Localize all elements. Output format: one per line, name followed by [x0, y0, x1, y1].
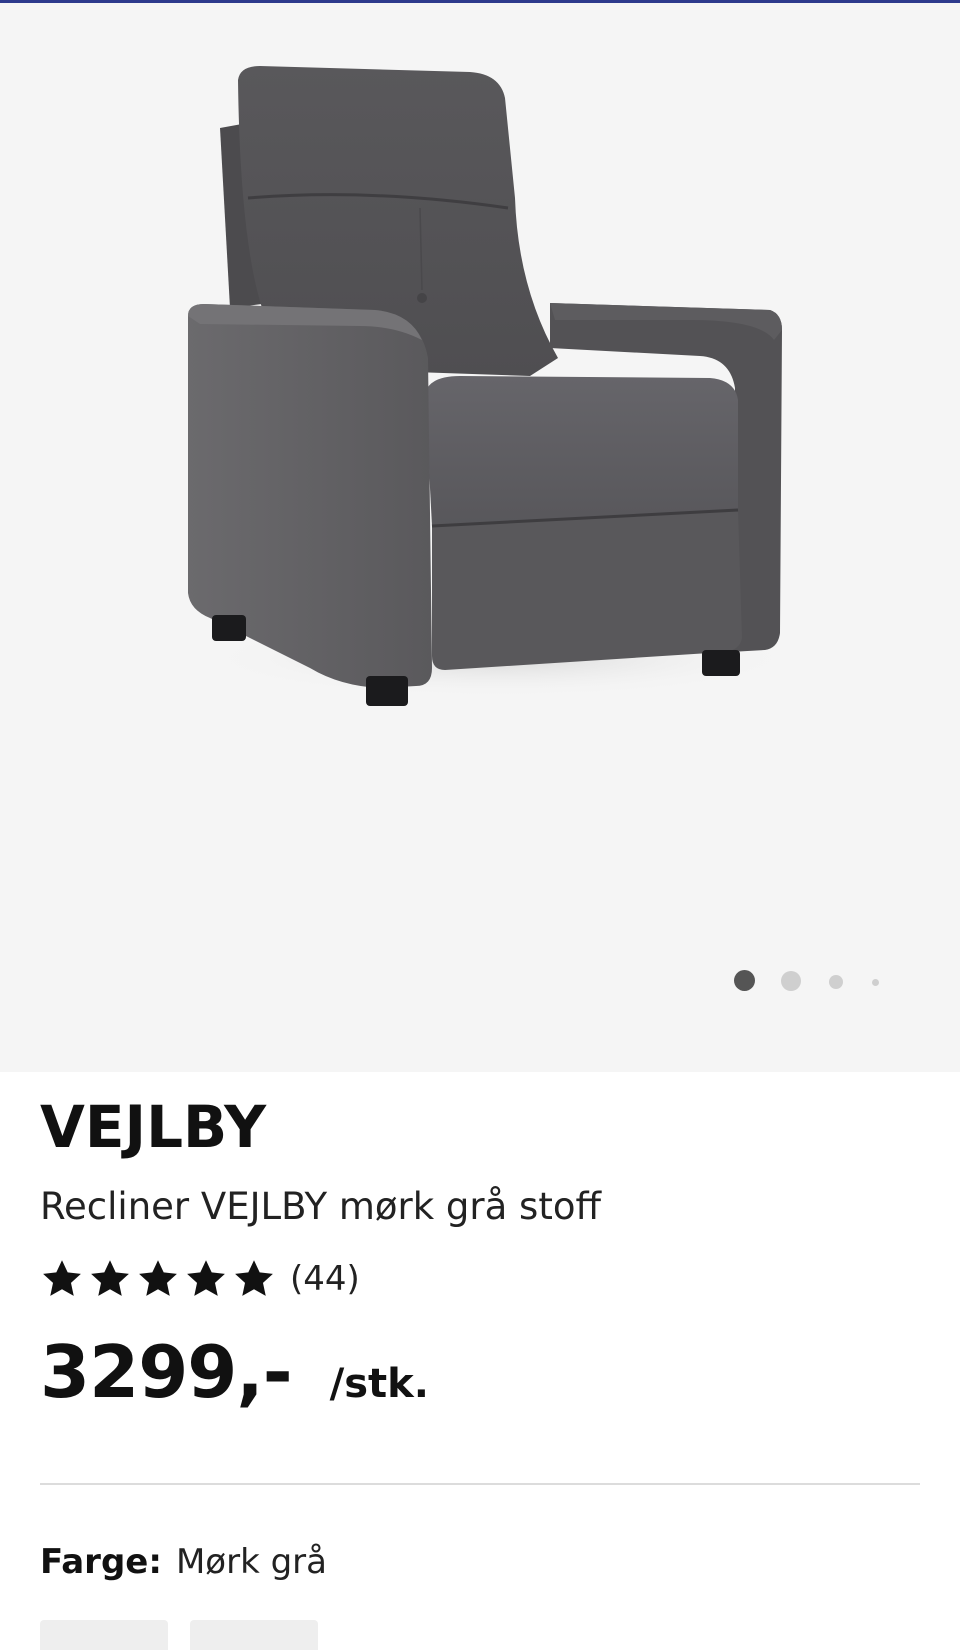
color-label: Farge:: [40, 1542, 162, 1582]
color-swatch[interactable]: [40, 1620, 168, 1650]
carousel-dot-icon[interactable]: [872, 979, 879, 986]
star-icon: [235, 1260, 273, 1296]
color-value: Mørk grå: [175, 1542, 327, 1582]
carousel-dot-icon[interactable]: [781, 971, 801, 991]
carousel-indicator: [0, 3, 960, 1072]
section-divider: [40, 1483, 920, 1485]
product-price: 3299,-: [40, 1330, 293, 1414]
product-brand: VEJLBY: [40, 1093, 267, 1161]
rating-stars: [40, 1257, 276, 1301]
carousel-dot-icon[interactable]: [829, 975, 843, 989]
color-swatch[interactable]: [190, 1620, 318, 1650]
star-icon: [43, 1260, 81, 1296]
star-icon: [139, 1260, 177, 1296]
star-icon: [91, 1260, 129, 1296]
price-row: 3299,- /stk.: [40, 1330, 429, 1414]
product-image-gallery[interactable]: [0, 3, 960, 1072]
carousel-dot-icon[interactable]: [734, 970, 755, 991]
color-selector-header: Farge: Mørk grå: [40, 1542, 327, 1582]
product-title[interactable]: Recliner VEJLBY mørk grå stoff: [40, 1186, 601, 1228]
rating-count[interactable]: (44): [290, 1259, 360, 1299]
star-icon: [187, 1260, 225, 1296]
product-rating[interactable]: (44): [40, 1257, 360, 1301]
price-unit: /stk.: [329, 1361, 429, 1407]
